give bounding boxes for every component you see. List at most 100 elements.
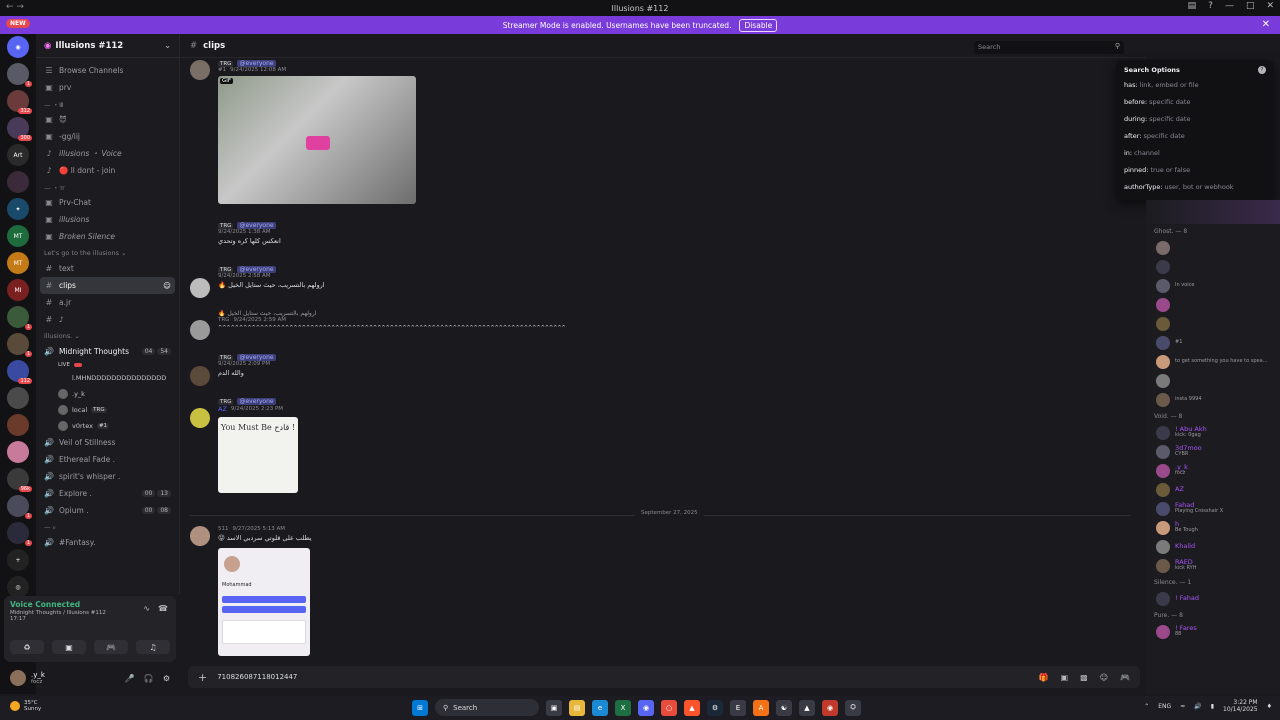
search-option[interactable]: during: specific date xyxy=(1124,115,1266,132)
discord-icon[interactable]: ◉ xyxy=(638,699,654,716)
channel-item[interactable]: ▣ -gg/iij xyxy=(36,128,179,145)
file-explorer-icon[interactable]: ▤ xyxy=(569,699,585,716)
member-item[interactable]: In voice xyxy=(1146,276,1280,295)
search-option[interactable]: authorType: user, bot or webhook xyxy=(1124,183,1266,200)
channel-item[interactable]: ▣ illusions xyxy=(36,211,179,228)
message[interactable]: TRG @everyone 9/24/2025 1:38 AM انعكس كله… xyxy=(190,222,690,245)
avatar[interactable] xyxy=(190,278,210,298)
search-option[interactable]: after: specific date xyxy=(1124,132,1266,149)
server-icon[interactable]: 1 xyxy=(7,522,32,546)
search-option[interactable]: before: specific date xyxy=(1124,98,1266,115)
notification-bell-icon[interactable]: ♦ xyxy=(1267,703,1272,710)
browse-channels[interactable]: ☰ Browse Channels xyxy=(36,62,179,79)
add-server-icon[interactable]: + xyxy=(7,549,29,571)
avatar[interactable] xyxy=(190,366,210,386)
member-item[interactable]: #1 xyxy=(1146,333,1280,352)
avatar[interactable] xyxy=(190,320,210,340)
discover-icon[interactable]: ◎ xyxy=(7,576,29,598)
soundboard-button[interactable]: ♫ xyxy=(136,640,170,654)
excel-icon[interactable]: X xyxy=(615,699,631,716)
member-item[interactable] xyxy=(1146,238,1280,257)
message-composer[interactable]: + 710826087118012447 🎁 ▣ ▩ ☺ 🎮 xyxy=(188,666,1140,688)
server-icon[interactable]: 1 xyxy=(7,306,32,330)
channel-category[interactable]: — ・Ⅲ xyxy=(36,96,179,111)
close-icon[interactable]: ✕ xyxy=(1262,19,1270,30)
channel-item[interactable]: ▣ Prv-Chat xyxy=(36,194,179,211)
message[interactable]: TRG @everyone #1 9/24/2025 12:08 AM GIF xyxy=(190,60,590,210)
channel-item[interactable]: 🔊 Ethereal Fade . xyxy=(36,451,179,468)
reply-reference[interactable]: 🔥 ارولهم بالتسريب، حيث ستايل الخيل xyxy=(218,310,690,317)
server-icon[interactable]: MT xyxy=(7,252,29,274)
voice-channel-midnight[interactable]: 🔊 Midnight Thoughts 04 54 xyxy=(36,343,179,360)
avatar[interactable] xyxy=(190,526,210,546)
back-forward-icons[interactable]: ← → xyxy=(6,2,24,12)
tray-chevron-icon[interactable]: ⌃ xyxy=(1144,703,1149,710)
screen-share-button[interactable]: ▣ xyxy=(52,640,86,654)
member-item[interactable]: to get something you have to spea... xyxy=(1146,352,1280,371)
edge-icon[interactable]: e xyxy=(592,699,608,716)
member-item[interactable]: h Be Tough xyxy=(1146,518,1280,537)
channel-item[interactable]: 🔊 spirit's whisper . xyxy=(36,468,179,485)
task-view-icon[interactable]: ▣ xyxy=(546,699,562,716)
channel-category[interactable]: — ℴ xyxy=(36,519,179,534)
message[interactable]: TRG @everyone AZ 9/24/2025 2:23 PM You Mus… xyxy=(190,398,690,493)
channel-item[interactable]: ♪ 🔴 ll dont - join xyxy=(36,162,179,179)
server-icon[interactable]: 1 xyxy=(7,495,32,519)
camera-off-button[interactable]: ♻ xyxy=(10,640,44,654)
channel-item[interactable]: ▣ 😈 xyxy=(36,111,179,128)
server-icon[interactable] xyxy=(7,171,29,193)
server-header[interactable]: ◉ Illusions #112 ⌄ xyxy=(36,34,179,58)
wifi-icon[interactable]: ≈ xyxy=(1180,703,1185,710)
gift-icon[interactable]: 🎁 xyxy=(1039,673,1049,682)
member-item[interactable]: Khalid xyxy=(1146,537,1280,556)
voice-user[interactable]: local TRG xyxy=(36,402,179,418)
chrome-icon[interactable]: ○ xyxy=(661,699,677,716)
member-item[interactable]: Fahad Playing Crosshair X xyxy=(1146,499,1280,518)
voice-user[interactable]: .y_k xyxy=(36,386,179,402)
server-icon[interactable]: MI xyxy=(7,279,29,301)
channel-item[interactable]: # clips ☺ xyxy=(40,277,175,294)
server-icon-active[interactable]: 112 xyxy=(7,360,32,384)
maximize-button[interactable]: □ xyxy=(1246,1,1255,11)
search-option[interactable]: pinned: true or false xyxy=(1124,166,1266,183)
server-icon[interactable]: 1 xyxy=(7,333,32,357)
app-icon[interactable]: ▲ xyxy=(799,699,815,716)
gear-icon[interactable]: ⚙ xyxy=(163,674,170,683)
server-icon[interactable] xyxy=(7,387,29,409)
steam-icon[interactable]: ⚙ xyxy=(707,699,723,716)
member-item[interactable]: RAED kick RYH xyxy=(1146,556,1280,575)
search-option[interactable]: has: link, embed or file xyxy=(1124,81,1266,98)
reply-reference[interactable]: TRG @everyone xyxy=(218,222,690,229)
avatar[interactable] xyxy=(190,60,210,80)
inbox-icon[interactable]: ▤ xyxy=(1188,1,1197,11)
channel-item[interactable]: ▣ prv xyxy=(36,79,179,96)
server-icon[interactable]: Art xyxy=(7,144,29,166)
gif-attachment[interactable]: GIF xyxy=(218,76,416,204)
windows-start-icon[interactable]: ⊞ xyxy=(412,699,428,716)
member-item[interactable]: ! Fares 88 xyxy=(1146,622,1280,641)
plus-icon[interactable]: + xyxy=(198,671,207,684)
server-icon[interactable] xyxy=(7,441,29,463)
minimize-button[interactable]: — xyxy=(1225,1,1234,11)
server-icon[interactable]: ✦ xyxy=(7,198,29,220)
member-item[interactable]: 3d7moo CYBR xyxy=(1146,442,1280,461)
message[interactable]: TRG @everyone 9/24/2025 2:58 AM 🔥 ارولهم … xyxy=(190,266,690,298)
member-item[interactable]: ! Abu Akh kick: 0gag xyxy=(1146,423,1280,442)
gif-icon[interactable]: ▣ xyxy=(1061,673,1069,682)
channel-category[interactable]: illusions. ⌄ xyxy=(36,328,179,343)
volume-icon[interactable]: 🔊 xyxy=(1194,703,1201,710)
channel-item[interactable]: # ♪ xyxy=(36,311,179,328)
weather-widget[interactable]: 35°C Sunny xyxy=(10,700,41,712)
composer-input[interactable]: 710826087118012447 xyxy=(217,673,297,681)
help-icon[interactable]: ? xyxy=(1258,66,1266,74)
app-icon[interactable]: ☯ xyxy=(776,699,792,716)
sticker-icon[interactable]: ▩ xyxy=(1080,673,1088,682)
app-icon[interactable]: A xyxy=(753,699,769,716)
battery-icon[interactable]: ▮ xyxy=(1211,703,1214,710)
app-icon[interactable]: ◉ xyxy=(822,699,838,716)
search-option[interactable]: in: channel xyxy=(1124,149,1266,166)
channel-item[interactable]: 🔊 Explore . 00 13 xyxy=(36,485,179,502)
mic-icon[interactable]: 🎤 xyxy=(125,674,135,683)
member-item[interactable]: insta 9994 xyxy=(1146,390,1280,409)
member-item[interactable] xyxy=(1146,314,1280,333)
